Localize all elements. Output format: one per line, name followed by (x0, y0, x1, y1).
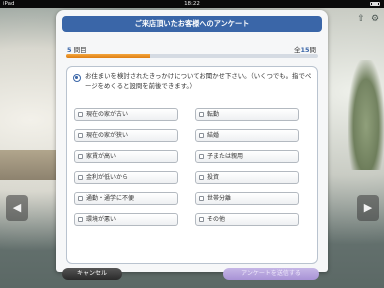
progress-bar-fill (66, 54, 150, 58)
option-label: 投資 (207, 174, 220, 181)
progress-bar (66, 54, 318, 58)
option-checkbox[interactable]: 現在の家が古い (74, 108, 178, 121)
progress-current: 5 問目 (67, 44, 87, 54)
option-checkbox[interactable]: 金利が低いから (74, 171, 178, 184)
option-checkbox[interactable]: 子または親用 (195, 150, 299, 163)
submit-button[interactable]: アンケートを送信する (223, 268, 319, 280)
checkbox-icon (199, 175, 204, 180)
option-checkbox[interactable]: 結婚 (195, 129, 299, 142)
progress-total: 全15問 (294, 44, 316, 54)
checkbox-icon (78, 217, 83, 222)
checkbox-icon (199, 154, 204, 159)
share-icon[interactable]: ⇧ (356, 14, 366, 24)
progress-section: 5 問目 全15問 (66, 40, 318, 64)
option-checkbox[interactable]: 家賃が高い (74, 150, 178, 163)
question-panel: お住まいを検討されたきっかけについてお聞かせ下さい。（いくつでも。指でページをめ… (66, 66, 318, 264)
option-checkbox[interactable]: 転勤 (195, 108, 299, 121)
option-checkbox[interactable]: その他 (195, 213, 299, 226)
option-checkbox[interactable]: 環境が悪い (74, 213, 178, 226)
checkbox-icon (78, 196, 83, 201)
survey-card: ご来店頂いたお客様へのアンケート 5 問目 全15問 お住まいを検討されたきっか… (56, 10, 328, 272)
checkbox-icon (199, 112, 204, 117)
cancel-button[interactable]: キャンセル (62, 268, 122, 280)
option-checkbox[interactable]: 世帯分離 (195, 192, 299, 205)
radio-icon (73, 74, 81, 82)
option-label: 環境が悪い (86, 216, 117, 223)
checkbox-icon (199, 217, 204, 222)
option-label: 結婚 (207, 132, 220, 139)
option-label: 家賃が高い (86, 153, 117, 160)
option-label: 転勤 (207, 111, 220, 118)
progress-current-number: 5 (67, 46, 72, 54)
battery-icon (370, 2, 380, 6)
checkbox-icon (78, 112, 83, 117)
checkbox-icon (199, 133, 204, 138)
checkbox-icon (199, 196, 204, 201)
option-label: 金利が低いから (86, 174, 129, 181)
option-label: 子または親用 (207, 153, 244, 160)
gear-icon[interactable]: ⚙ (370, 14, 380, 24)
option-checkbox[interactable]: 現在の家が狭い (74, 129, 178, 142)
option-checkbox[interactable]: 通勤・通学に不便 (74, 192, 178, 205)
option-label: 現在の家が古い (86, 111, 129, 118)
survey-title: ご来店頂いたお客様へのアンケート (62, 16, 322, 32)
background-shelf (0, 150, 60, 180)
progress-total-number: 15 (300, 46, 310, 54)
option-checkbox[interactable]: 投資 (195, 171, 299, 184)
clock: 18:22 (184, 1, 200, 7)
forward-arrow-icon[interactable]: ▶ (357, 195, 379, 221)
progress-total-suffix: 問 (309, 46, 317, 54)
back-arrow-icon[interactable]: ◀ (6, 195, 28, 221)
checkbox-icon (78, 133, 83, 138)
option-label: 通勤・通学に不便 (86, 195, 135, 202)
progress-current-suffix: 問目 (73, 46, 87, 54)
option-label: 現在の家が狭い (86, 132, 129, 139)
option-label: その他 (207, 216, 226, 223)
checkbox-icon (78, 175, 83, 180)
checkbox-icon (78, 154, 83, 159)
question-text: お住まいを検討されたきっかけについてお聞かせ下さい。（いくつでも。指でページをめ… (85, 72, 312, 90)
option-label: 世帯分離 (207, 195, 232, 202)
status-bar: iPad 18:22 (0, 0, 384, 8)
background-plant (348, 60, 384, 170)
